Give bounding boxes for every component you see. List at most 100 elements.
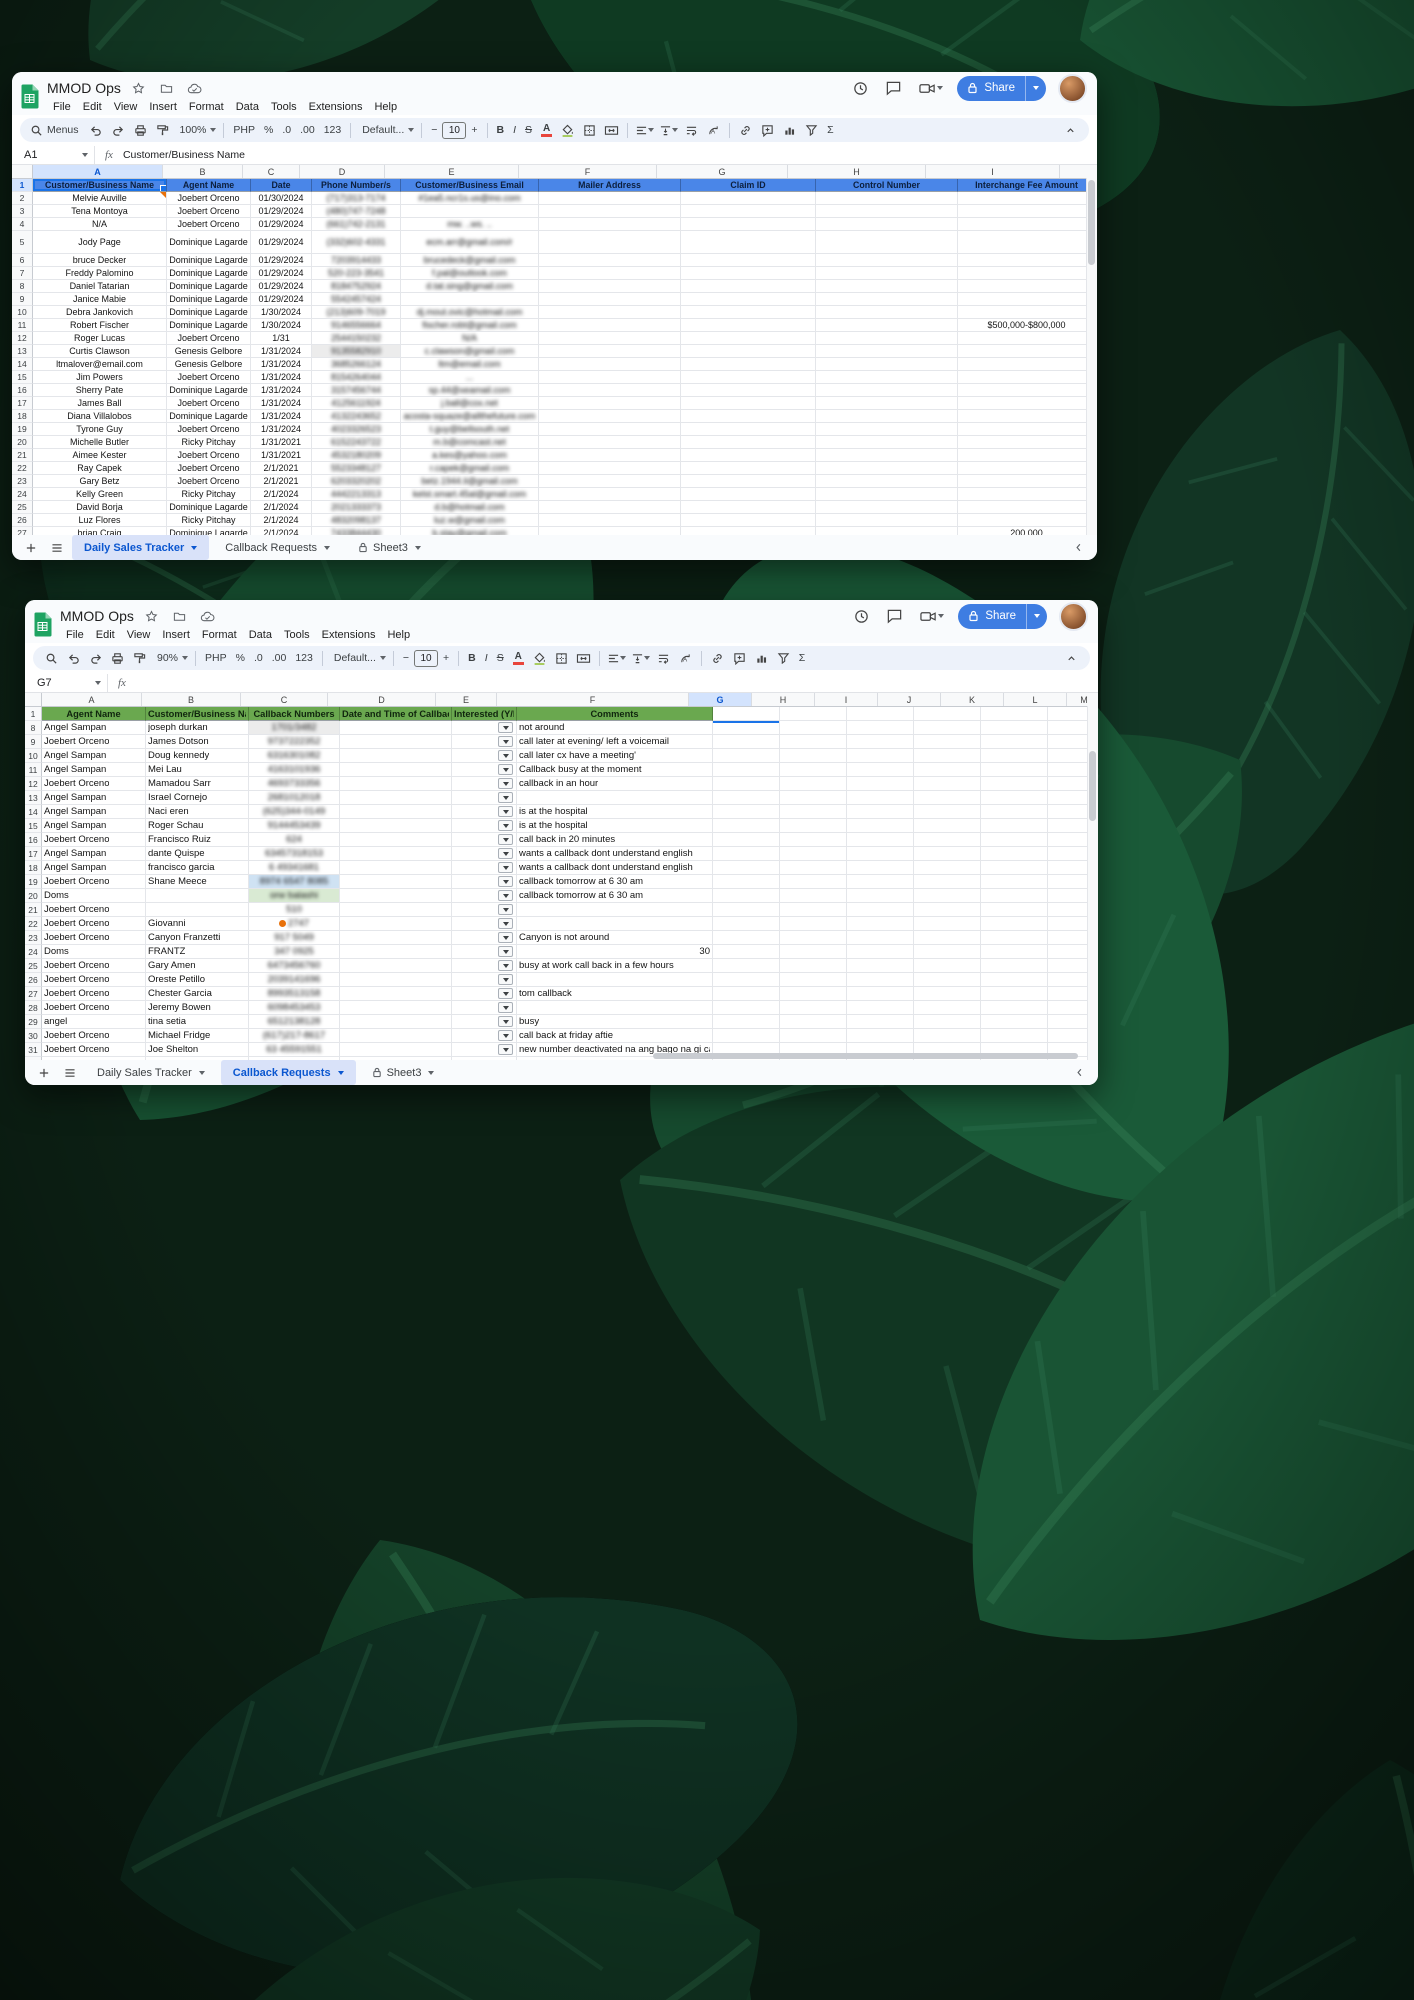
- cell-G25[interactable]: [713, 959, 780, 973]
- cell-D23[interactable]: [340, 931, 452, 945]
- cell-I12[interactable]: [958, 332, 1096, 345]
- cell-C12[interactable]: 1/31: [251, 332, 312, 345]
- cell-A11[interactable]: Angel Sampan: [42, 763, 146, 777]
- row-number[interactable]: 23: [25, 931, 42, 945]
- column-header-M[interactable]: M: [1067, 693, 1098, 706]
- cell-H30[interactable]: [780, 1029, 847, 1043]
- bold-button[interactable]: B: [464, 652, 480, 664]
- cell-F13[interactable]: [539, 345, 681, 358]
- cell-D24[interactable]: [340, 945, 452, 959]
- cell-H14[interactable]: [780, 805, 847, 819]
- cell-G8[interactable]: [681, 280, 816, 293]
- cell-E27[interactable]: [452, 987, 517, 1001]
- cell-B25[interactable]: Dominique Lagarde: [167, 501, 251, 514]
- cell-G26[interactable]: [713, 973, 780, 987]
- cell-I27[interactable]: [847, 987, 914, 1001]
- horizontal-scrollbar[interactable]: [25, 1052, 1088, 1060]
- row-number[interactable]: 24: [12, 488, 33, 501]
- interested-dropdown[interactable]: [498, 778, 513, 789]
- row-number[interactable]: 7: [12, 267, 33, 280]
- header-cell[interactable]: Customer/Business Name: [146, 707, 249, 721]
- print-button[interactable]: [107, 649, 128, 668]
- cell-I18[interactable]: [847, 861, 914, 875]
- column-header-B[interactable]: B: [142, 693, 241, 706]
- cell-H7[interactable]: [816, 267, 958, 280]
- header-cell[interactable]: Date: [251, 179, 312, 192]
- cell-B26[interactable]: Ricky Pitchay: [167, 514, 251, 527]
- comments-icon[interactable]: [883, 79, 904, 98]
- fill-color-button[interactable]: [557, 121, 578, 140]
- cell-F12[interactable]: [539, 332, 681, 345]
- cell-F18[interactable]: wants a callback dont understand english: [517, 861, 713, 875]
- cell-A26[interactable]: Joebert Orceno: [42, 973, 146, 987]
- cell-E10[interactable]: [452, 749, 517, 763]
- cell-K24[interactable]: [981, 945, 1048, 959]
- cell-G12[interactable]: [713, 777, 780, 791]
- cell-A10[interactable]: Debra Jankovich: [33, 306, 167, 319]
- cell-J20[interactable]: [914, 889, 981, 903]
- cell-I25[interactable]: [847, 959, 914, 973]
- menus-search-button[interactable]: Menus: [28, 121, 85, 140]
- row-number[interactable]: 25: [25, 959, 42, 973]
- cell-C4[interactable]: 01/29/2024: [251, 218, 312, 231]
- cell-A26[interactable]: Luz Flores: [33, 514, 167, 527]
- cell-J28[interactable]: [914, 1001, 981, 1015]
- cell-F21[interactable]: [539, 449, 681, 462]
- row-number[interactable]: 26: [25, 973, 42, 987]
- cell-E13[interactable]: c.clawson@gmail.com: [401, 345, 539, 358]
- cell-I22[interactable]: [958, 462, 1096, 475]
- cell-B17[interactable]: Joebert Orceno: [167, 397, 251, 410]
- cell-C21[interactable]: 1/31/2021: [251, 449, 312, 462]
- cell-H17[interactable]: [780, 847, 847, 861]
- cell-J24[interactable]: [914, 945, 981, 959]
- cell-E26[interactable]: [452, 973, 517, 987]
- cell-A25[interactable]: Joebert Orceno: [42, 959, 146, 973]
- cell-B28[interactable]: Jeremy Bowen: [146, 1001, 249, 1015]
- cell-C16[interactable]: 624: [249, 833, 340, 847]
- cell-G29[interactable]: [713, 1015, 780, 1029]
- select-all-corner[interactable]: [12, 165, 33, 178]
- header-cell[interactable]: Interested (Y/N): [452, 707, 517, 721]
- row-number[interactable]: 17: [25, 847, 42, 861]
- cell-H19[interactable]: [780, 875, 847, 889]
- cell-H8[interactable]: [780, 721, 847, 735]
- cell-I12[interactable]: [847, 777, 914, 791]
- strikethrough-button[interactable]: S: [521, 124, 536, 136]
- cell-J17[interactable]: [914, 847, 981, 861]
- row-number[interactable]: 15: [25, 819, 42, 833]
- vertical-scrollbar-thumb[interactable]: [1089, 751, 1096, 821]
- cell-F14[interactable]: [539, 358, 681, 371]
- cell-G8[interactable]: [713, 721, 780, 735]
- plus-icon[interactable]: [34, 1063, 55, 1082]
- cell-K20[interactable]: [981, 889, 1048, 903]
- interested-dropdown[interactable]: [498, 960, 513, 971]
- cell-C25[interactable]: 2/1/2024: [251, 501, 312, 514]
- cell-C26[interactable]: 2/1/2024: [251, 514, 312, 527]
- cell-K25[interactable]: [981, 959, 1048, 973]
- cell-G13[interactable]: [713, 791, 780, 805]
- cell-E13[interactable]: [452, 791, 517, 805]
- cell-A2[interactable]: Melvie Auville: [33, 192, 167, 205]
- cell-I4[interactable]: [958, 218, 1096, 231]
- cell-I19[interactable]: [958, 423, 1096, 436]
- cell-A3[interactable]: Tena Montoya: [33, 205, 167, 218]
- vertical-align-button[interactable]: [629, 649, 652, 668]
- cell-G15[interactable]: [713, 819, 780, 833]
- vertical-scrollbar-thumb[interactable]: [1088, 180, 1095, 265]
- row-number[interactable]: 22: [12, 462, 33, 475]
- cell-E15[interactable]: [452, 819, 517, 833]
- cell-B17[interactable]: dante Quispe: [146, 847, 249, 861]
- cell-B15[interactable]: Joebert Orceno: [167, 371, 251, 384]
- row-number[interactable]: 12: [12, 332, 33, 345]
- cell-I29[interactable]: [847, 1015, 914, 1029]
- cell-E14[interactable]: [452, 805, 517, 819]
- column-header-J[interactable]: J: [878, 693, 941, 706]
- cell-E17[interactable]: j.ball@cox.net: [401, 397, 539, 410]
- cell-G27[interactable]: [681, 527, 816, 535]
- cell-A24[interactable]: Kelly Green: [33, 488, 167, 501]
- cell-B25[interactable]: Gary Amen: [146, 959, 249, 973]
- cell-D11[interactable]: [340, 763, 452, 777]
- star-icon[interactable]: [128, 79, 149, 98]
- cell-K8[interactable]: [981, 721, 1048, 735]
- cell-C28[interactable]: 6098453453: [249, 1001, 340, 1015]
